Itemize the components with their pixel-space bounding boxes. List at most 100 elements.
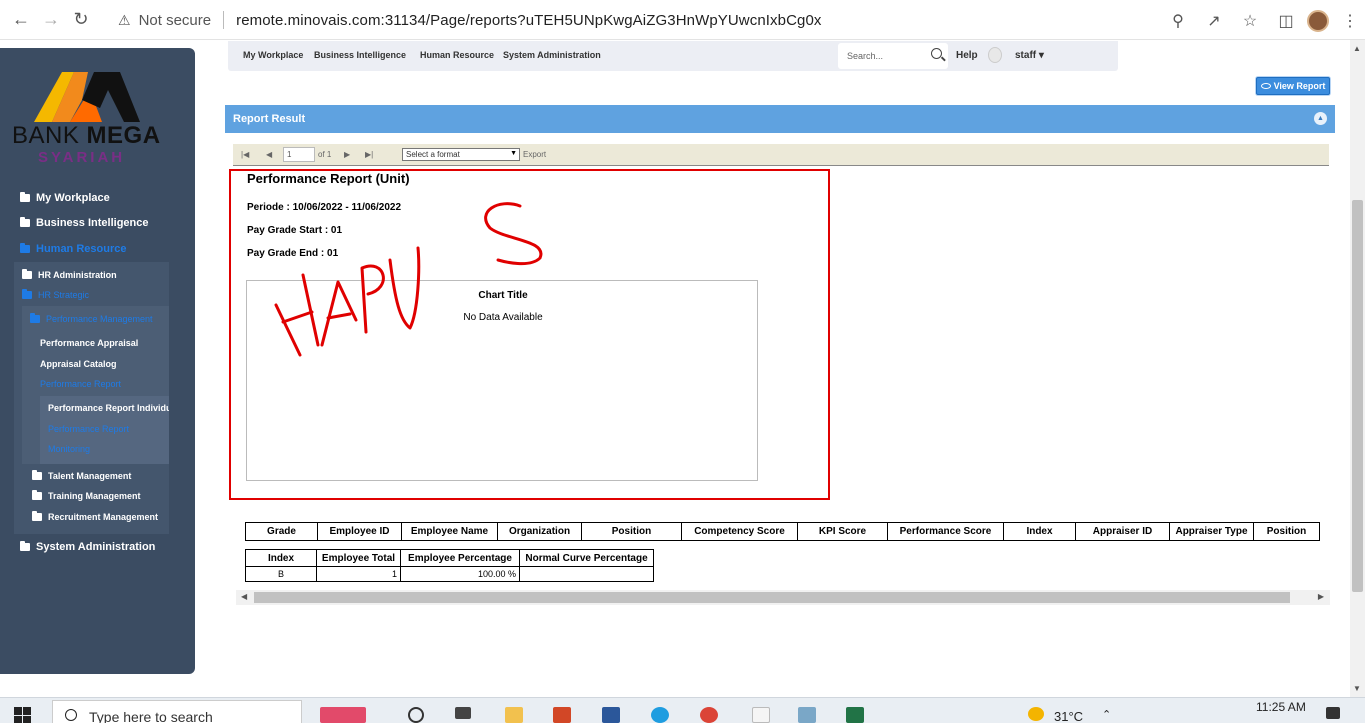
- table-header-row: Grade Employee ID Employee Name Organiza…: [245, 522, 1320, 541]
- menu-icon[interactable]: ⋮: [1335, 6, 1365, 36]
- edge-icon[interactable]: [651, 707, 669, 723]
- next-page-icon[interactable]: ▶: [344, 150, 350, 159]
- folder-icon: [22, 269, 32, 279]
- sidebar-item-label: Performance Report Individu: [48, 403, 169, 413]
- zoom-icon[interactable]: ⚲: [1163, 6, 1193, 36]
- flowers-widget-icon[interactable]: [320, 707, 366, 723]
- table-header-cell: Employee Total: [316, 549, 401, 567]
- scroll-up-icon[interactable]: ▲: [1353, 44, 1361, 53]
- table-row: B 1 100.00 %: [245, 566, 654, 582]
- sidebar-item-talent-management[interactable]: Talent Management: [32, 470, 131, 481]
- page-number-input[interactable]: 1: [283, 147, 315, 162]
- report-horizontal-scrollbar[interactable]: ◀ ▶: [236, 590, 1330, 605]
- windows-start-icon[interactable]: [14, 707, 32, 723]
- first-page-icon[interactable]: |◀: [241, 150, 249, 159]
- chevron-up-icon[interactable]: ⌃: [1102, 708, 1111, 721]
- sidebar-item-label: Performance Report: [40, 379, 122, 389]
- sidebar-item-label: Appraisal Catalog: [40, 359, 117, 369]
- scroll-thumb[interactable]: [1352, 200, 1363, 592]
- table-header-cell: Grade: [245, 522, 318, 541]
- sidebar-item-performance-report-unit[interactable]: Performance Report: [48, 424, 129, 434]
- reload-icon[interactable]: ↻: [66, 5, 96, 35]
- word-icon[interactable]: [602, 707, 620, 723]
- table-header-cell: Index: [245, 549, 317, 567]
- sidebar-item-human-resource[interactable]: Human Resource: [20, 243, 126, 255]
- view-report-button[interactable]: View Report: [1256, 77, 1330, 95]
- prev-page-icon[interactable]: ◀: [266, 150, 272, 159]
- task-view-icon[interactable]: [455, 707, 471, 719]
- address-bar[interactable]: ⚠ Not secure remote.minovais.com:31134/P…: [108, 6, 1258, 34]
- nav-business-intelligence[interactable]: Business Intelligence: [314, 50, 406, 60]
- export-link[interactable]: Export: [523, 150, 546, 159]
- temperature: 31°C: [1054, 709, 1084, 723]
- folder-icon: [20, 541, 30, 551]
- scroll-down-icon[interactable]: ▼: [1353, 684, 1361, 693]
- brand-bank: BANK: [12, 122, 80, 149]
- nav-system-administration[interactable]: System Administration: [503, 50, 601, 60]
- share-icon[interactable]: ↗: [1199, 6, 1229, 36]
- sidebar-item-monitoring[interactable]: Monitoring: [48, 444, 90, 454]
- help-link[interactable]: Help: [956, 50, 978, 61]
- sidebar-item-performance-management[interactable]: Performance Management: [30, 313, 153, 324]
- sidebar-item-label: Performance Management: [46, 314, 153, 324]
- format-select[interactable]: Select a format ▼: [402, 148, 520, 161]
- table-cell: B: [245, 566, 317, 582]
- chrome-icon[interactable]: [700, 707, 718, 723]
- sidebar-item-performance-report-individu[interactable]: Performance Report Individu: [48, 403, 169, 413]
- star-icon[interactable]: ☆: [1235, 6, 1265, 36]
- folder-icon: [32, 490, 42, 500]
- notification-icon[interactable]: [1326, 707, 1340, 719]
- table-header-cell: Appraiser ID: [1075, 522, 1170, 541]
- search-icon: [65, 709, 77, 721]
- user-avatar-icon[interactable]: [988, 47, 1002, 63]
- report-toolbar: |◀ ◀ 1 of 1 ▶ ▶| Select a format ▼ Export: [233, 144, 1329, 166]
- last-page-icon[interactable]: ▶|: [365, 150, 373, 159]
- collapse-icon[interactable]: ▲: [1314, 112, 1327, 125]
- sidepanel-icon[interactable]: ◫: [1271, 6, 1301, 36]
- folder-icon: [20, 243, 30, 253]
- profile-avatar[interactable]: [1307, 10, 1329, 32]
- sidebar-item-hr-administration[interactable]: HR Administration: [22, 269, 117, 280]
- sidebar-item-appraisal-catalog[interactable]: Appraisal Catalog: [40, 359, 117, 369]
- horizontal-scroll-thumb[interactable]: [254, 592, 1290, 603]
- user-menu[interactable]: staff ▾: [1015, 50, 1044, 61]
- sidebar-item-label: System Administration: [36, 541, 156, 553]
- folder-icon: [32, 511, 42, 521]
- sidebar-item-label: HR Strategic: [38, 290, 90, 300]
- sidebar-item-recruitment-management[interactable]: Recruitment Management: [32, 511, 158, 522]
- page-scrollbar[interactable]: ▲ ▼: [1350, 40, 1365, 697]
- sidebar-item-system-administration[interactable]: System Administration: [20, 541, 155, 553]
- sidebar-item-performance-report[interactable]: Performance Report: [40, 379, 121, 389]
- table-cell: [519, 566, 654, 582]
- back-icon[interactable]: ←: [6, 5, 36, 35]
- sidebar-item-training-management[interactable]: Training Management: [32, 490, 141, 501]
- scroll-right-icon[interactable]: ▶: [1318, 592, 1324, 601]
- brand-sub: SYARIAH: [38, 149, 126, 166]
- chevron-down-icon: ▼: [510, 150, 517, 157]
- sidebar-item-hr-strategic[interactable]: HR Strategic: [22, 289, 90, 300]
- search-input[interactable]: Search...: [838, 43, 948, 69]
- sidebar-item-performance-appraisal[interactable]: Performance Appraisal: [40, 338, 138, 348]
- nav-human-resource[interactable]: Human Resource: [420, 50, 494, 60]
- notepad-icon[interactable]: [752, 707, 770, 723]
- forward-icon[interactable]: →: [36, 5, 66, 35]
- table-header-cell: Organization: [497, 522, 582, 541]
- taskbar-search[interactable]: Type here to search: [52, 700, 302, 723]
- nav-my-workplace[interactable]: My Workplace: [243, 50, 303, 60]
- excel-icon[interactable]: [846, 707, 864, 723]
- search-icon[interactable]: [931, 48, 942, 59]
- sidebar-item-my-workplace[interactable]: My Workplace: [20, 192, 110, 204]
- app-icon[interactable]: [798, 707, 816, 723]
- weather-icon[interactable]: [1028, 707, 1044, 721]
- url-text[interactable]: remote.minovais.com:31134/Page/reports?u…: [236, 12, 821, 29]
- cortana-icon[interactable]: [408, 707, 424, 723]
- sidebar-item-business-intelligence[interactable]: Business Intelligence: [20, 217, 148, 229]
- file-explorer-icon[interactable]: [505, 707, 523, 723]
- divider: [223, 11, 225, 29]
- clock-time[interactable]: 11:25 AM: [1256, 700, 1306, 714]
- table-header-cell: Position: [1253, 522, 1320, 541]
- powerpoint-icon[interactable]: [553, 707, 571, 723]
- browser-toolbar: ← → ↻ ⚠ Not secure remote.minovais.com:3…: [0, 0, 1365, 40]
- table-header-cell: Appraiser Type: [1169, 522, 1254, 541]
- scroll-left-icon[interactable]: ◀: [241, 592, 247, 601]
